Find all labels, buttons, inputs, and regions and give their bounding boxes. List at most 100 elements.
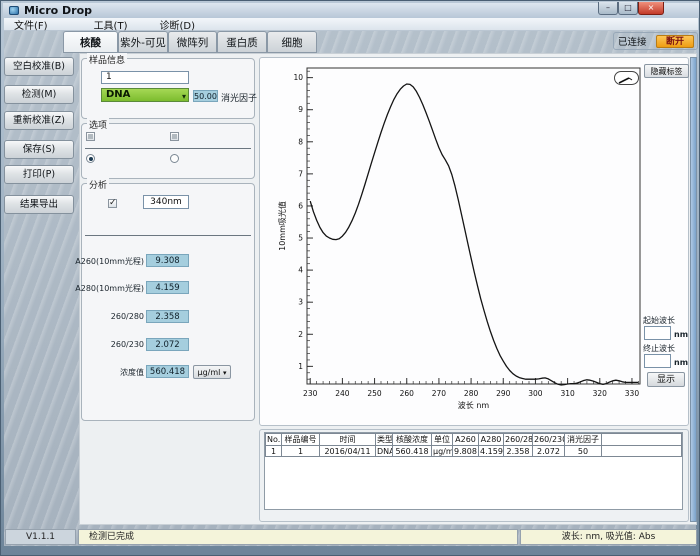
analysis-divider <box>85 235 251 236</box>
tab-protein[interactable]: 蛋白质 <box>217 31 267 53</box>
show-range-button[interactable]: 显示 <box>647 372 685 387</box>
app-icon <box>9 6 19 15</box>
table-cell: 50 <box>565 446 602 457</box>
option-checkbox-2[interactable] <box>170 132 179 141</box>
concentration-unit-value: μg/ml <box>198 368 221 377</box>
results-panel: No.样品编号时间类型核酸浓度单位A260A280260/280260/230消… <box>259 429 689 522</box>
table-cell: 4.159 <box>479 446 504 457</box>
sample-type-value: DNA <box>106 89 130 100</box>
table-cell: 9.808 <box>453 446 479 457</box>
svg-text:10: 10 <box>293 73 303 82</box>
svg-text:230: 230 <box>303 389 318 398</box>
table-cell: 1 <box>266 446 282 457</box>
svg-text:波长 nm: 波长 nm <box>458 400 490 410</box>
spectrum-chart: 2302402502602702802903003103203301234567… <box>260 58 690 418</box>
concentration-value: 560.418 <box>146 365 189 378</box>
column-header: 类型 <box>376 434 393 446</box>
app-window: Micro Drop – □ × 文件(F) 工具(T) 诊断(D) 核酸 紫外… <box>0 0 700 556</box>
vertical-scrollbar[interactable] <box>690 57 697 522</box>
svg-text:10mm吸光值: 10mm吸光值 <box>277 201 287 251</box>
window-title: Micro Drop <box>24 4 92 17</box>
svg-text:320: 320 <box>593 389 608 398</box>
wavelength-340-input[interactable]: 340nm <box>143 195 189 209</box>
recalibrate-button[interactable]: 重新校准(Z) <box>4 111 74 130</box>
options-group-label: 选项 <box>87 118 109 131</box>
menu-file[interactable]: 文件(F) <box>4 17 58 32</box>
sample-info-group-label: 样品信息 <box>87 53 127 66</box>
status-readout: 波长: nm, 吸光值: Abs <box>520 529 697 545</box>
svg-text:330: 330 <box>625 389 640 398</box>
start-wavelength-label: 起始波长 <box>643 315 675 326</box>
disconnect-button[interactable]: 断开 <box>656 35 694 48</box>
svg-text:5: 5 <box>298 234 303 243</box>
start-wavelength-unit: nm <box>674 330 688 339</box>
table-row[interactable]: 112016/04/11DNA560.418μg/ml9.8084.1592.3… <box>266 446 682 457</box>
option-checkbox-1[interactable] <box>86 132 95 141</box>
close-button[interactable]: × <box>638 2 664 15</box>
svg-text:240: 240 <box>335 389 350 398</box>
minimize-button[interactable]: – <box>598 2 618 15</box>
column-header: 时间 <box>320 434 376 446</box>
results-table[interactable]: No.样品编号时间类型核酸浓度单位A260A280260/280260/230消… <box>265 433 682 457</box>
svg-text:8: 8 <box>298 137 303 146</box>
start-wavelength-input[interactable] <box>644 326 671 340</box>
tab-microarray[interactable]: 微阵列 <box>168 31 217 53</box>
svg-text:1: 1 <box>298 362 303 371</box>
table-cell: 2016/04/11 <box>320 446 376 457</box>
column-header: 260/280 <box>504 434 533 446</box>
annotation-pen-icon <box>615 75 638 87</box>
a280-label: A280(10mm光程) <box>75 283 144 294</box>
end-wavelength-unit: nm <box>674 358 688 367</box>
table-cell: DNA <box>376 446 393 457</box>
column-header: No. <box>266 434 282 446</box>
svg-text:310: 310 <box>560 389 575 398</box>
measure-button[interactable]: 检测(M) <box>4 85 74 104</box>
sample-type-select[interactable]: DNA ▾ <box>101 88 189 102</box>
concentration-unit-select[interactable]: μg/ml ▾ <box>193 365 231 379</box>
menubar: 文件(F) 工具(T) 诊断(D) <box>4 18 698 31</box>
table-cell: 2.358 <box>504 446 533 457</box>
end-wavelength-input[interactable] <box>644 354 671 368</box>
tab-uv-vis[interactable]: 紫外-可见 <box>118 31 168 53</box>
connection-box: 已连接 断开 <box>613 32 698 50</box>
option-radio-1[interactable] <box>86 154 95 163</box>
print-button[interactable]: 打印(P) <box>4 165 74 184</box>
version-label: V1.1.1 <box>5 529 76 545</box>
maximize-button[interactable]: □ <box>618 2 638 15</box>
column-header: 单位 <box>432 434 453 446</box>
svg-text:260: 260 <box>400 389 415 398</box>
scrollbar-thumb[interactable] <box>691 58 696 521</box>
ratio-260-280-value: 2.358 <box>146 310 189 323</box>
analysis-group: 分析 340nm A260(10mm光程) 9.308 A280(10mm光程)… <box>81 183 255 421</box>
end-wavelength-label: 终止波长 <box>643 343 675 354</box>
column-header: A280 <box>479 434 504 446</box>
extinction-factor-value[interactable]: 50.00 <box>193 90 218 102</box>
annotation-pen-button[interactable] <box>614 71 639 85</box>
sample-id-input[interactable]: 1 <box>101 71 189 84</box>
option-radio-2[interactable] <box>170 154 179 163</box>
ratio-260-280-label: 260/280 <box>111 312 144 321</box>
ratio-260-230-value: 2.072 <box>146 338 189 351</box>
column-header <box>602 434 682 446</box>
a280-value: 4.159 <box>146 281 189 294</box>
column-header: 核酸浓度 <box>393 434 432 446</box>
tab-cell[interactable]: 细胞 <box>267 31 317 53</box>
results-table-container: No.样品编号时间类型核酸浓度单位A260A280260/280260/230消… <box>264 432 683 510</box>
blank-calibration-button[interactable]: 空白校准(B) <box>4 57 74 76</box>
table-cell: 2.072 <box>533 446 565 457</box>
export-results-button[interactable]: 结果导出 <box>4 195 74 214</box>
save-button[interactable]: 保存(S) <box>4 140 74 159</box>
svg-text:290: 290 <box>496 389 511 398</box>
tab-nucleic-acid[interactable]: 核酸 <box>63 31 118 53</box>
menu-diagnostics[interactable]: 诊断(D) <box>149 17 205 32</box>
svg-text:270: 270 <box>432 389 447 398</box>
svg-text:6: 6 <box>298 201 303 210</box>
wavelength-340-checkbox[interactable] <box>108 199 117 208</box>
menu-tools[interactable]: 工具(T) <box>84 17 138 32</box>
ratio-260-230-label: 260/230 <box>111 340 144 349</box>
table-cell <box>602 446 682 457</box>
table-cell: 560.418 <box>393 446 432 457</box>
table-cell: μg/ml <box>432 446 453 457</box>
svg-text:280: 280 <box>464 389 479 398</box>
column-header: 消光因子 <box>565 434 602 446</box>
